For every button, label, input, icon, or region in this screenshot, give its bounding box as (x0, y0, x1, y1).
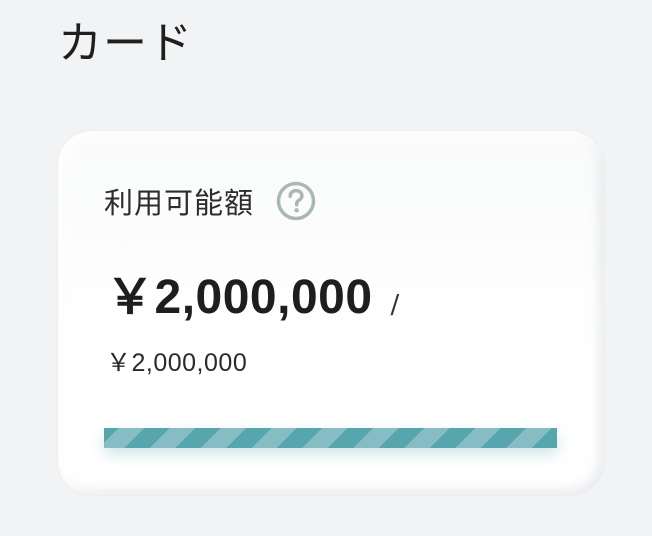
page-title: カード (58, 18, 193, 69)
usage-progress-fill (104, 428, 557, 448)
credit-card-panel: 利用可能額 ￥2,000,000 / ￥2,000,000 (58, 131, 604, 495)
available-amount-row: ￥2,000,000 / (106, 257, 399, 327)
available-limit-label-row: 利用可能額 (104, 179, 316, 223)
total-limit-amount: ￥2,000,000 (106, 349, 248, 377)
question-circle-icon[interactable] (276, 181, 316, 221)
usage-progress-bar (104, 428, 557, 448)
available-amount: ￥2,000,000 (106, 271, 373, 324)
available-limit-label: 利用可能額 (104, 186, 255, 220)
amount-separator: / (390, 290, 400, 320)
